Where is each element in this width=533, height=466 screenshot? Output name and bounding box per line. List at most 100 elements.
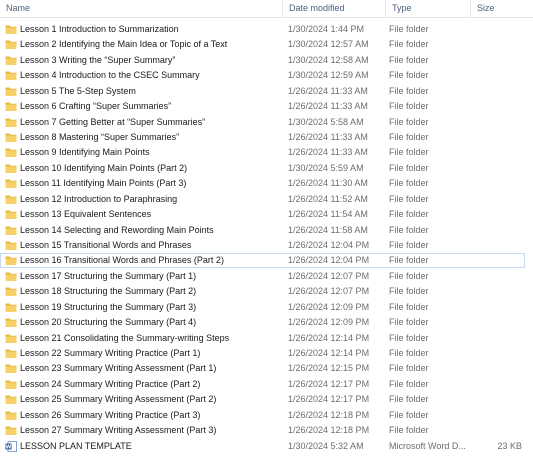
file-name: Lesson 16 Transitional Words and Phrases… xyxy=(20,255,224,266)
date-modified: 1/26/2024 12:17 PM xyxy=(288,378,370,389)
file-row[interactable]: Lesson 7 Getting Better at “Super Summar… xyxy=(0,115,525,130)
file-name: Lesson 21 Consolidating the Summary-writ… xyxy=(20,332,230,343)
file-row[interactable]: Lesson 17 Structuring the Summary (Part … xyxy=(0,269,525,284)
file-name: Lesson 26 Summary Writing Practice (Part… xyxy=(20,409,201,420)
date-modified: 1/26/2024 12:14 PM xyxy=(288,348,370,359)
folder-icon xyxy=(5,86,17,97)
date-modified: 1/30/2024 12:59 AM xyxy=(288,70,369,81)
column-header-date-label: Date modified xyxy=(289,3,345,13)
file-size: 23 KB xyxy=(497,440,522,451)
file-type: File folder xyxy=(389,409,429,420)
folder-icon xyxy=(5,410,17,421)
file-name: Lesson 2 Identifying the Main Idea or To… xyxy=(20,39,228,50)
file-name: Lesson 1 Introduction to Summarization xyxy=(20,24,179,34)
file-row[interactable]: Lesson 6 Crafting “Super Summaries” 1/26/… xyxy=(0,99,525,114)
folder-icon xyxy=(5,363,17,374)
file-type: File folder xyxy=(389,224,429,235)
file-type: File folder xyxy=(389,178,429,189)
file-row[interactable]: Lesson 5 The 5-Step System 1/26/2024 11:3… xyxy=(0,84,525,99)
file-type: File folder xyxy=(389,193,429,204)
folder-icon xyxy=(5,117,17,128)
folder-icon xyxy=(5,286,17,297)
file-name: Lesson 22 Summary Writing Practice (Part… xyxy=(20,348,201,359)
file-size xyxy=(474,315,522,330)
file-name: Lesson 14 Selecting and Rewording Main P… xyxy=(20,224,214,235)
file-row[interactable]: Lesson 19 Structuring the Summary (Part … xyxy=(0,300,525,315)
file-size xyxy=(474,253,522,268)
sort-chevron-icon: ⌃ xyxy=(137,0,143,4)
file-size xyxy=(474,99,522,114)
column-header-name[interactable]: Name ⌃ xyxy=(0,0,282,17)
file-type: File folder xyxy=(389,332,429,343)
file-row[interactable]: Lesson 24 Summary Writing Practice (Part… xyxy=(0,377,525,392)
date-modified: 1/30/2024 12:57 AM xyxy=(288,39,369,50)
date-modified: 1/26/2024 11:58 AM xyxy=(288,224,368,235)
file-row[interactable]: Lesson 15 Transitional Words and Phrases… xyxy=(0,238,525,253)
column-header-size-label: Size xyxy=(477,3,495,13)
file-row[interactable]: Lesson 25 Summary Writing Assessment (Pa… xyxy=(0,392,525,407)
file-type: File folder xyxy=(389,101,429,112)
file-row[interactable]: W LESSON PLAN TEMPLATE 1/30/2024 5:32 AM Mi… xyxy=(0,439,525,454)
file-row[interactable]: Lesson 3 Writing the “Super Summary” 1/30… xyxy=(0,53,525,68)
column-header-type[interactable]: Type xyxy=(385,0,470,17)
date-modified: 1/26/2024 11:33 AM xyxy=(288,132,368,142)
file-type: File folder xyxy=(389,132,429,142)
file-row[interactable]: Lesson 8 Mastering “Super Summaries” 1/26… xyxy=(0,130,525,145)
date-modified: 1/26/2024 12:18 PM xyxy=(288,409,370,420)
column-header-date-modified[interactable]: Date modified xyxy=(282,0,385,17)
file-row[interactable]: Lesson 1 Introduction to Summarization 1/… xyxy=(0,22,525,37)
file-size xyxy=(474,361,522,376)
file-name: Lesson 23 Summary Writing Assessment (Pa… xyxy=(20,363,217,374)
file-row[interactable]: Lesson 27 Summary Writing Assessment (Pa… xyxy=(0,423,525,438)
file-size xyxy=(474,115,522,130)
file-row[interactable]: Lesson 11 Identifying Main Points (Part … xyxy=(0,176,525,191)
file-row[interactable]: Lesson 23 Summary Writing Assessment (Pa… xyxy=(0,361,525,376)
folder-icon xyxy=(5,271,17,282)
folder-icon xyxy=(5,178,17,189)
file-row[interactable]: Lesson 20 Structuring the Summary (Part … xyxy=(0,315,525,330)
file-row[interactable]: Lesson 18 Structuring the Summary (Part … xyxy=(0,284,525,299)
file-size xyxy=(474,84,522,99)
file-size xyxy=(474,269,522,284)
date-modified: 1/26/2024 11:33 AM xyxy=(288,147,368,158)
date-modified: 1/26/2024 12:07 PM xyxy=(288,270,370,281)
file-type: File folder xyxy=(389,147,429,158)
file-row[interactable]: Lesson 4 Introduction to the CSEC Summar… xyxy=(0,68,525,83)
folder-icon xyxy=(5,425,17,436)
file-size xyxy=(474,284,522,299)
file-row[interactable]: Lesson 9 Identifying Main Points 1/26/202… xyxy=(0,145,525,160)
file-size xyxy=(474,300,522,315)
file-name: Lesson 3 Writing the “Super Summary” xyxy=(20,54,176,65)
file-row[interactable]: Lesson 13 Equivalent Sentences 1/26/2024 … xyxy=(0,207,525,222)
file-size xyxy=(474,161,522,176)
file-row[interactable]: Lesson 12 Introduction to Paraphrasing 1/… xyxy=(0,192,525,207)
column-header-size[interactable]: Size xyxy=(470,0,533,17)
date-modified: 1/26/2024 11:52 AM xyxy=(288,193,368,204)
file-row[interactable]: Lesson 21 Consolidating the Summary-writ… xyxy=(0,331,525,346)
file-type: File folder xyxy=(389,24,429,34)
folder-icon xyxy=(5,24,17,35)
file-type: File folder xyxy=(389,363,429,374)
folder-icon xyxy=(5,348,17,359)
date-modified: 1/26/2024 12:04 PM xyxy=(288,240,370,251)
folder-icon xyxy=(5,55,17,66)
file-size xyxy=(474,238,522,253)
folder-icon xyxy=(5,70,17,81)
file-name: Lesson 4 Introduction to the CSEC Summar… xyxy=(20,70,200,81)
file-name: LESSON PLAN TEMPLATE xyxy=(20,440,132,451)
folder-icon xyxy=(5,194,17,205)
file-row[interactable]: Lesson 26 Summary Writing Practice (Part… xyxy=(0,408,525,423)
file-type: File folder xyxy=(389,209,429,220)
file-row[interactable]: Lesson 2 Identifying the Main Idea or To… xyxy=(0,37,525,52)
date-modified: 1/26/2024 12:09 PM xyxy=(288,317,370,328)
file-row[interactable]: Lesson 16 Transitional Words and Phrases… xyxy=(0,253,525,269)
file-size xyxy=(474,22,522,37)
file-row[interactable]: Lesson 10 Identifying Main Points (Part … xyxy=(0,161,525,176)
file-row[interactable]: Lesson 14 Selecting and Rewording Main P… xyxy=(0,223,525,238)
date-modified: 1/30/2024 5:59 AM xyxy=(288,162,364,173)
date-modified: 1/26/2024 11:54 AM xyxy=(288,209,368,220)
date-modified: 1/30/2024 12:58 AM xyxy=(288,54,369,65)
file-name: Lesson 18 Structuring the Summary (Part … xyxy=(20,286,197,297)
file-type: File folder xyxy=(389,301,429,312)
file-row[interactable]: Lesson 22 Summary Writing Practice (Part… xyxy=(0,346,525,361)
